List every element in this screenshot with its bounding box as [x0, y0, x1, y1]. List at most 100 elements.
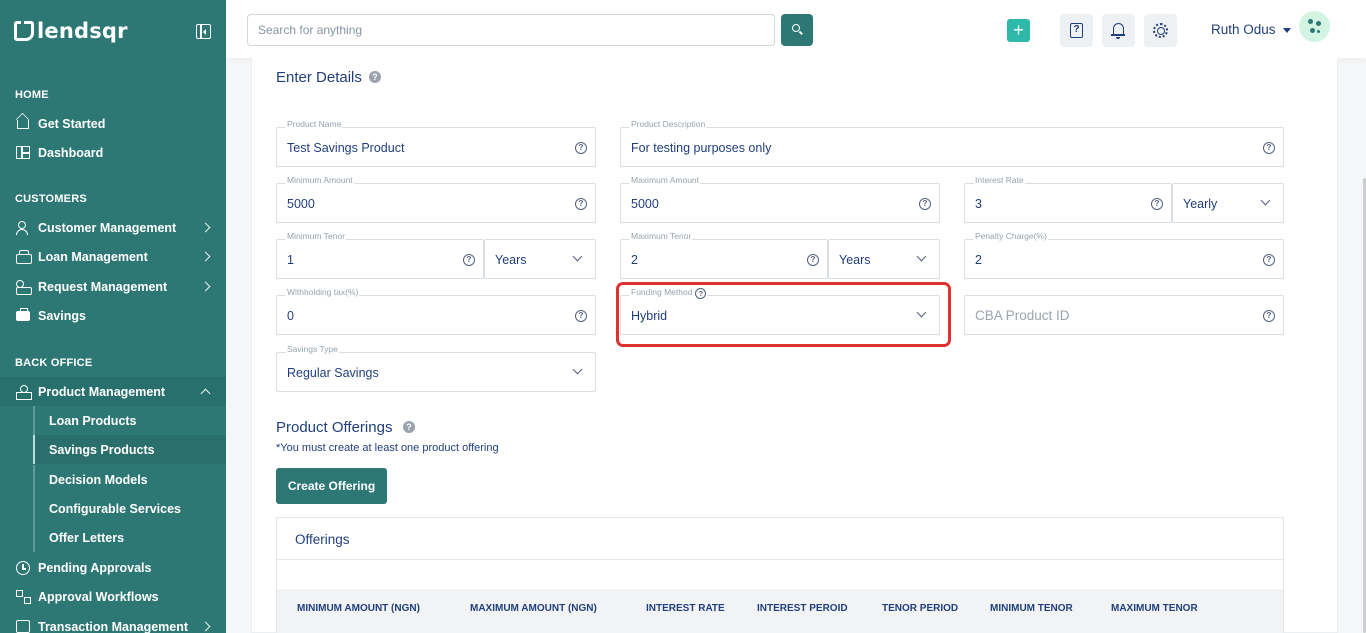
sidebar-item-get-started[interactable]: Get Started — [0, 109, 226, 138]
withholding-tax-field[interactable]: Withholding tax(%) 0 ? — [276, 286, 596, 335]
add-button[interactable]: + — [1007, 19, 1030, 42]
column-header: INTEREST PEROID — [757, 603, 848, 614]
help-button[interactable]: ? — [1060, 14, 1093, 47]
select-value: Years — [839, 253, 871, 267]
minimum-tenor-unit-select[interactable]: Years — [484, 239, 596, 279]
chevron-right-icon — [200, 222, 211, 233]
maximum-tenor-unit-select[interactable]: Years — [828, 239, 940, 279]
question-circle-icon[interactable]: ? — [1151, 198, 1163, 210]
minimum-tenor-field[interactable]: Minimum Tenor 1 ? — [276, 230, 484, 279]
question-circle-icon[interactable]: ? — [1263, 142, 1275, 154]
sidebar-item-label: Loan Management — [38, 249, 148, 264]
section-heading-customers: CUSTOMERS — [15, 193, 87, 205]
sidebar-item-transaction-management[interactable]: Transaction Management — [0, 612, 226, 633]
savings-icon — [16, 308, 30, 321]
offerings-table: Offerings MINIMUM AMOUNT (NGN) MAXIMUM A… — [276, 517, 1284, 633]
offering-note: *You must create at least one product of… — [276, 442, 499, 454]
question-circle-icon[interactable]: ? — [575, 198, 587, 210]
caret-down-icon[interactable] — [1283, 28, 1291, 33]
product-icon — [16, 385, 32, 400]
field-value: 5000 — [631, 197, 659, 211]
settings-button[interactable] — [1144, 14, 1177, 47]
highlight-box — [616, 282, 951, 347]
search-input[interactable] — [247, 14, 775, 46]
clock-icon — [16, 561, 30, 575]
field-value: 5000 — [287, 197, 315, 211]
sidebar-subitem-savings-products[interactable]: Savings Products — [33, 435, 226, 464]
column-header: MINIMUM AMOUNT (NGN) — [297, 603, 420, 614]
sidebar-item-loan-management[interactable]: Loan Management — [0, 242, 226, 271]
top-header: + ? Ruth Odus — [226, 0, 1366, 58]
logo-text: lendsqr — [37, 19, 128, 43]
interest-rate-field[interactable]: Interest Rate 3 ? — [964, 174, 1172, 223]
product-description-field[interactable]: Product Description For testing purposes… — [620, 118, 1284, 167]
user-name[interactable]: Ruth Odus — [1211, 22, 1276, 37]
sidebar-item-label: Get Started — [38, 116, 106, 131]
question-circle-icon[interactable]: ? — [463, 254, 475, 266]
sidebar-item-label: Pending Approvals — [38, 560, 152, 575]
interest-period-select[interactable]: Yearly — [1172, 183, 1284, 223]
question-circle-icon[interactable]: ? — [1263, 254, 1275, 266]
maximum-amount-field[interactable]: Maximum Amount 5000 ? — [620, 174, 940, 223]
sidebar-item-savings[interactable]: Savings — [0, 301, 226, 330]
question-circle-icon[interactable]: ? — [919, 198, 931, 210]
chevron-up-icon — [200, 388, 211, 399]
help-badge-icon[interactable]: ? — [369, 71, 381, 83]
column-header: MINIMUM TENOR — [990, 603, 1073, 614]
offerings-title: Offerings — [295, 532, 350, 547]
chevron-right-icon — [200, 281, 211, 292]
avatar[interactable] — [1299, 11, 1330, 42]
sidebar-item-label: Customer Management — [38, 220, 177, 235]
divider — [277, 559, 1283, 560]
workflow-icon — [16, 590, 31, 604]
field-label: Minimum Amount — [286, 174, 354, 186]
field-label: Penalty Charge(%) — [974, 230, 1048, 242]
bell-icon — [1111, 23, 1125, 39]
briefcase-icon — [16, 250, 32, 264]
sidebar-item-label: Approval Workflows — [38, 589, 159, 604]
cba-product-id-field[interactable]: CBA Product ID ? — [964, 295, 1284, 335]
transaction-icon — [16, 620, 30, 633]
maximum-tenor-field[interactable]: Maximum Tenor 2 ? — [620, 230, 828, 279]
sidebar-item-pending-approvals[interactable]: Pending Approvals — [0, 553, 226, 582]
users-icon — [16, 221, 30, 235]
field-value: 0 — [287, 309, 294, 323]
sidebar-subitem-configurable-services[interactable]: Configurable Services — [33, 494, 226, 523]
field-value: 2 — [631, 253, 638, 267]
savings-type-select[interactable]: Savings Type Regular Savings — [276, 343, 596, 392]
sidebar-item-approval-workflows[interactable]: Approval Workflows — [0, 582, 226, 611]
chevron-right-icon — [200, 621, 211, 632]
help-book-icon: ? — [1070, 23, 1083, 38]
sidebar-item-customer-management[interactable]: Customer Management — [0, 213, 226, 242]
select-value: Regular Savings — [287, 366, 379, 380]
field-label: Interest Rate — [974, 174, 1025, 186]
sidebar-subitem-decision-models[interactable]: Decision Models — [33, 465, 226, 494]
question-circle-icon[interactable]: ? — [807, 254, 819, 266]
sidebar-subitem-loan-products[interactable]: Loan Products — [33, 406, 226, 435]
notifications-button[interactable] — [1102, 14, 1135, 47]
lendsqr-logo[interactable]: lendsqr — [14, 18, 128, 44]
sidebar-item-dashboard[interactable]: Dashboard — [0, 138, 226, 167]
penalty-charge-field[interactable]: Penalty Charge(%) 2 ? — [964, 230, 1284, 279]
field-label: Savings Type — [286, 343, 339, 355]
product-name-field[interactable]: Product Name Test Savings Product ? — [276, 118, 596, 167]
search-button[interactable] — [781, 14, 813, 46]
question-circle-icon[interactable]: ? — [1263, 310, 1275, 322]
sidebar-subitem-offer-letters[interactable]: Offer Letters — [33, 523, 226, 552]
section-heading-home: HOME — [15, 89, 49, 101]
gear-icon — [1153, 23, 1168, 38]
sidebar-item-product-management[interactable]: Product Management — [0, 377, 226, 406]
field-label: Product Name — [286, 118, 343, 130]
help-badge-icon[interactable]: ? — [403, 421, 415, 433]
create-offering-button[interactable]: Create Offering — [276, 468, 387, 504]
product-offerings-title: Product Offerings — [276, 419, 393, 436]
question-circle-icon[interactable]: ? — [575, 310, 587, 322]
minimum-amount-field[interactable]: Minimum Amount 5000 ? — [276, 174, 596, 223]
field-value: Test Savings Product — [287, 141, 405, 155]
sidebar-item-request-management[interactable]: Request Management — [0, 272, 226, 301]
sidebar-collapse-icon[interactable] — [196, 24, 211, 39]
chevron-right-icon — [200, 251, 211, 262]
field-value: 3 — [975, 197, 982, 211]
select-value: Yearly — [1183, 197, 1218, 211]
question-circle-icon[interactable]: ? — [575, 142, 587, 154]
